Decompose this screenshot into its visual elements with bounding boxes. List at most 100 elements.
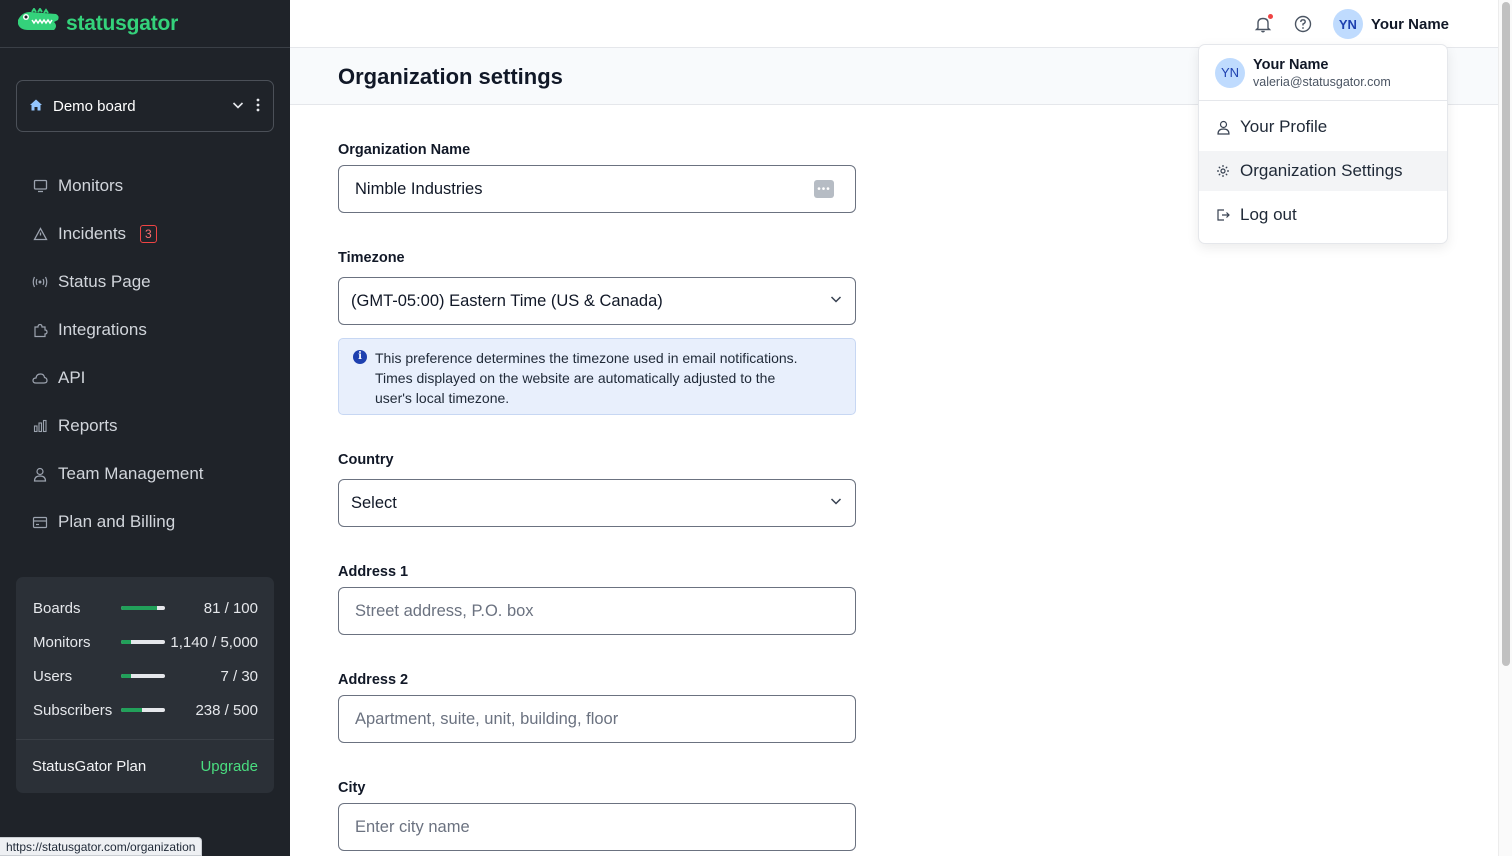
usage-progress-fill	[121, 606, 157, 610]
usage-label: Subscribers	[33, 701, 113, 719]
cloud-icon	[32, 372, 48, 385]
timezone-value: (GMT-05:00) Eastern Time (US & Canada)	[351, 291, 663, 310]
usage-value: 1,140 / 5,000	[170, 633, 258, 651]
user-icon	[1216, 120, 1230, 135]
sidebar-nav: Monitors Incidents 3 Status Page Integra…	[0, 162, 290, 546]
country-select[interactable]: Select	[338, 479, 856, 527]
help-icon[interactable]	[1293, 14, 1313, 34]
org-name-value: Nimble Industries	[355, 179, 483, 198]
sidebar-item-status-page[interactable]: Status Page	[0, 258, 290, 306]
top-bar: YN Your Name	[290, 0, 1498, 48]
sidebar-item-label: Integrations	[58, 320, 147, 339]
logout-icon	[1216, 208, 1230, 222]
sidebar-item-label: Status Page	[58, 272, 151, 291]
sidebar-item-api[interactable]: API	[0, 354, 290, 402]
usage-progress-fill	[121, 674, 132, 678]
city-input[interactable]: Enter city name	[338, 803, 856, 851]
monitor-icon	[32, 179, 48, 193]
timezone-info-line: user's local timezone.	[375, 390, 510, 406]
usage-progress-fill	[121, 640, 132, 644]
chevron-down-icon[interactable]	[231, 98, 245, 115]
more-vertical-icon[interactable]	[255, 97, 261, 116]
upgrade-link[interactable]: Upgrade	[200, 758, 258, 775]
board-selector-label: Demo board	[53, 97, 136, 115]
broadcast-icon	[32, 275, 48, 289]
chevron-down-icon	[829, 494, 843, 513]
org-name-label: Organization Name	[338, 142, 471, 158]
user-dropdown-menu: YN Your Name valeria@statusgator.com You…	[1198, 44, 1448, 244]
timezone-info-line: This preference determines the timezone …	[375, 350, 798, 366]
warning-triangle-icon	[32, 227, 48, 241]
menu-item-label: Organization Settings	[1240, 161, 1403, 180]
incidents-count-badge: 3	[140, 225, 157, 243]
usage-row-monitors: Monitors 1,140 / 5,000	[33, 625, 258, 659]
usage-row-boards: Boards 81 / 100	[33, 591, 258, 625]
menu-item-log-out[interactable]: Log out	[1199, 195, 1447, 235]
usage-label: Users	[33, 667, 73, 685]
sidebar-item-label: Team Management	[58, 464, 204, 483]
sidebar-item-label: API	[58, 368, 86, 387]
usage-progress-bar	[121, 606, 165, 610]
logo-text: statusgator	[66, 11, 179, 35]
sidebar-item-plan-and-billing[interactable]: Plan and Billing	[0, 498, 290, 546]
timezone-select[interactable]: (GMT-05:00) Eastern Time (US & Canada)	[338, 277, 856, 325]
user-menu-email: valeria@statusgator.com	[1253, 74, 1391, 89]
usage-label: Boards	[33, 599, 81, 617]
sidebar-item-monitors[interactable]: Monitors	[0, 162, 290, 210]
sidebar-item-integrations[interactable]: Integrations	[0, 306, 290, 354]
sidebar: statusgator Demo board Monitors Incident…	[0, 0, 290, 856]
usage-value: 7 / 30	[220, 667, 258, 685]
link-preview-status-bar: https://statusgator.com/organization	[0, 837, 203, 856]
sidebar-item-label: Reports	[58, 416, 118, 435]
city-label: City	[338, 780, 366, 796]
user-name: Your Name	[1370, 15, 1449, 33]
sidebar-item-reports[interactable]: Reports	[0, 402, 290, 450]
sidebar-item-label: Monitors	[58, 176, 124, 195]
puzzle-icon	[32, 323, 48, 338]
logo[interactable]: statusgator	[0, 0, 290, 48]
timezone-label: Timezone	[338, 250, 405, 266]
autofill-icon[interactable]: •••	[814, 180, 834, 198]
bar-chart-icon	[32, 419, 48, 433]
usage-row-users: Users 7 / 30	[33, 659, 258, 693]
credit-card-icon	[32, 516, 48, 529]
usage-progress-fill	[121, 708, 142, 712]
usage-progress-bar	[121, 640, 165, 644]
timezone-info-box: i This preference determines the timezon…	[338, 338, 856, 415]
sidebar-item-team-management[interactable]: Team Management	[0, 450, 290, 498]
home-icon	[29, 98, 43, 115]
menu-item-organization-settings[interactable]: Organization Settings	[1199, 151, 1447, 191]
usage-progress-bar	[121, 708, 165, 712]
page-scrollbar[interactable]	[1498, 0, 1512, 856]
scrollbar-thumb[interactable]	[1502, 2, 1510, 666]
page-title: Organization settings	[338, 64, 563, 89]
sidebar-item-label: Plan and Billing	[58, 512, 176, 531]
address2-label: Address 2	[338, 672, 409, 688]
sidebar-item-label: Incidents	[58, 224, 127, 243]
address2-placeholder: Apartment, suite, unit, building, floor	[355, 709, 619, 728]
address1-input[interactable]: Street address, P.O. box	[338, 587, 856, 635]
avatar: YN	[1332, 9, 1363, 39]
plan-usage-panel: Boards 81 / 100 Monitors 1,140 / 5,000 U…	[16, 577, 274, 793]
usage-value: 81 / 100	[203, 599, 258, 617]
sidebar-item-incidents[interactable]: Incidents 3	[0, 210, 290, 258]
org-name-input[interactable]: Nimble Industries •••	[338, 165, 856, 213]
address1-label: Address 1	[338, 564, 409, 580]
plan-name: StatusGator Plan	[32, 758, 147, 775]
info-icon: i	[353, 350, 367, 364]
user-menu-button[interactable]: YN Your Name	[1332, 9, 1449, 39]
alligator-logo-icon	[16, 7, 60, 39]
user-menu-header: YN Your Name valeria@statusgator.com	[1199, 45, 1447, 101]
menu-item-your-profile[interactable]: Your Profile	[1199, 107, 1447, 147]
usage-value: 238 / 500	[195, 701, 258, 719]
bell-icon[interactable]	[1253, 14, 1273, 34]
notification-dot	[1267, 14, 1273, 19]
address2-input[interactable]: Apartment, suite, unit, building, floor	[338, 695, 856, 743]
usage-label: Monitors	[33, 633, 91, 651]
menu-item-label: Log out	[1240, 205, 1297, 224]
menu-item-label: Your Profile	[1240, 117, 1328, 136]
board-selector[interactable]: Demo board	[16, 80, 274, 132]
address1-placeholder: Street address, P.O. box	[355, 601, 534, 620]
gear-icon	[1216, 164, 1230, 178]
avatar: YN	[1215, 57, 1245, 88]
